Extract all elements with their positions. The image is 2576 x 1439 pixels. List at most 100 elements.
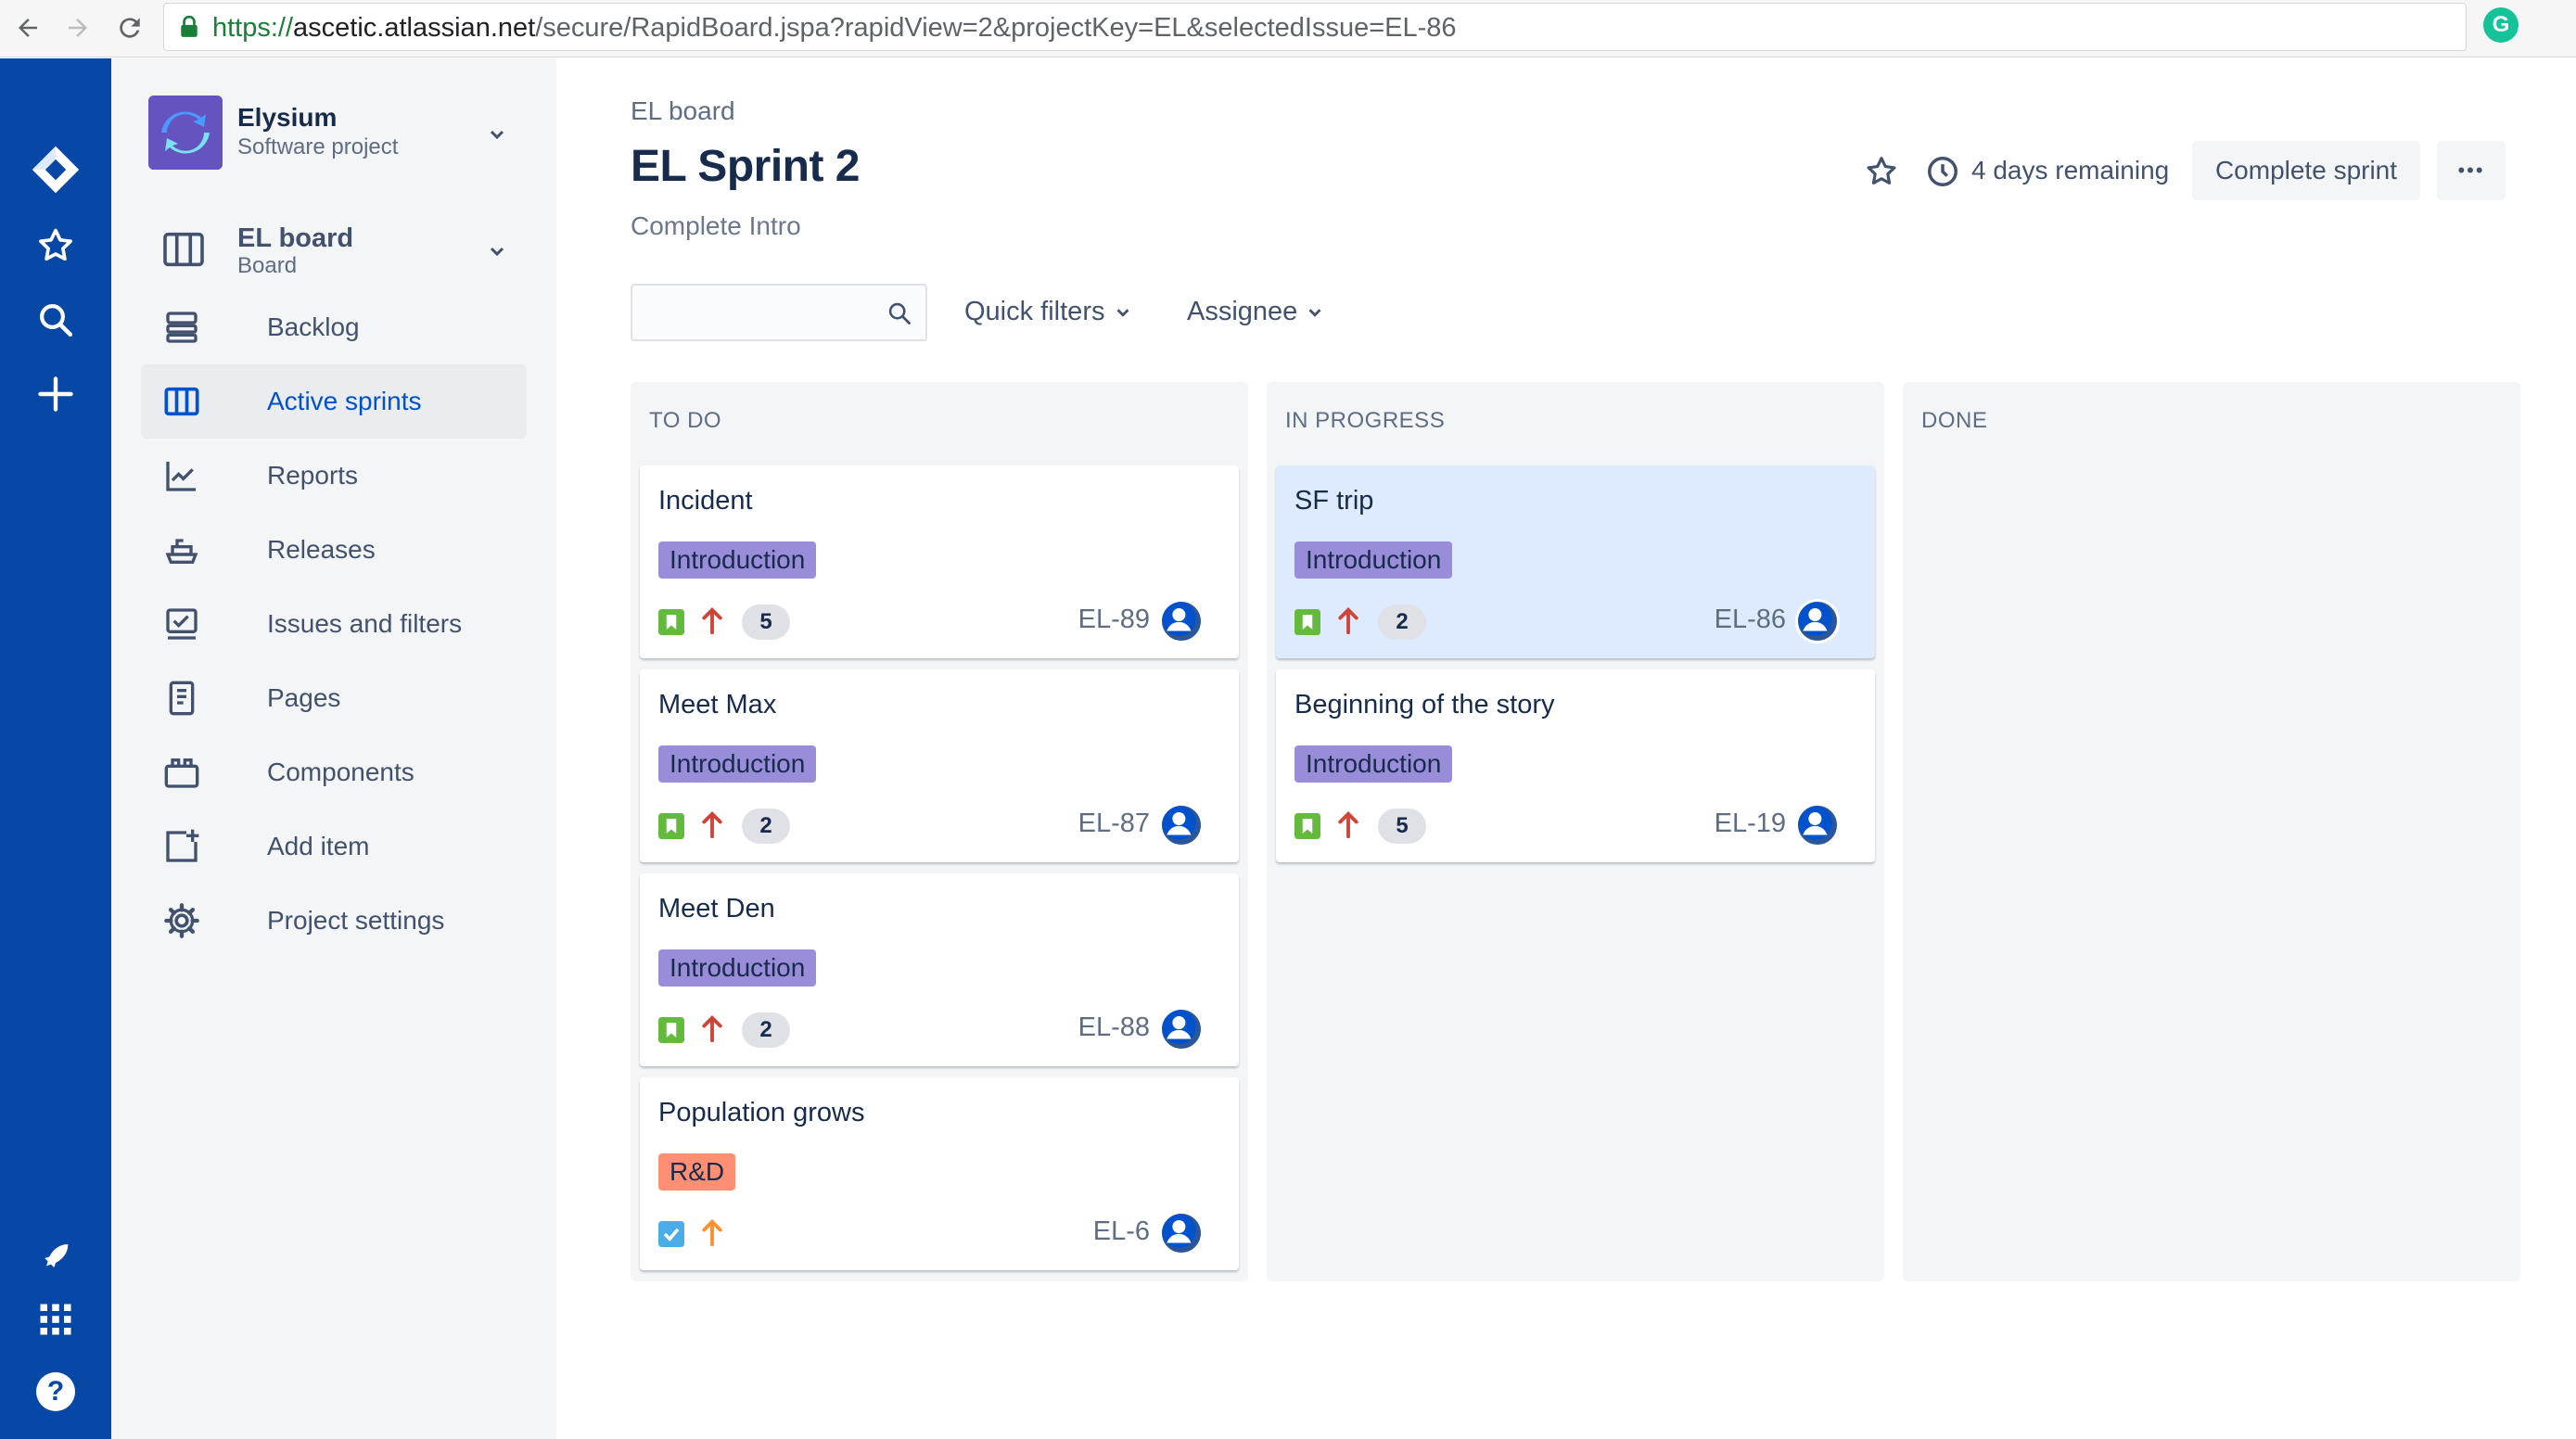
project-type: Software project <box>237 134 399 159</box>
star-icon[interactable] <box>28 218 83 274</box>
forward-arrow-icon[interactable] <box>57 7 98 48</box>
priority-high-icon <box>699 810 725 840</box>
column-title: TO DO <box>649 408 722 433</box>
card-footer: EL-6 <box>658 1211 1220 1255</box>
pages-icon <box>169 681 195 716</box>
issue-summary: SF trip <box>1294 486 1374 516</box>
sidebar-item-label: Pages <box>267 683 341 712</box>
sidebar-item-pages[interactable]: Pages <box>141 661 527 735</box>
sidebar-item-add-item[interactable]: Add item <box>141 809 527 884</box>
assignee-avatar[interactable] <box>1159 1211 1204 1255</box>
issue-card[interactable]: Beginning of the story Introduction 5 EL-19 <box>1276 669 1875 862</box>
issue-key[interactable]: EL-19 <box>1715 809 1786 839</box>
sidebar-item-backlog[interactable]: Backlog <box>141 290 527 364</box>
story-icon <box>658 813 684 839</box>
assignee-dropdown[interactable]: Assignee <box>1187 297 1325 327</box>
issue-key[interactable]: EL-89 <box>1078 605 1150 635</box>
search-icon[interactable] <box>28 292 83 348</box>
task-icon <box>658 1221 684 1247</box>
card-footer: 2 EL-86 <box>1294 599 1856 643</box>
more-actions-button[interactable]: ••• <box>2437 141 2506 200</box>
sidebar-item-active-sprints[interactable]: Active sprints <box>141 364 527 439</box>
back-arrow-icon[interactable] <box>7 7 48 48</box>
plus-icon[interactable] <box>28 366 83 422</box>
issue-summary: Meet Den <box>658 894 775 923</box>
quick-filters-dropdown[interactable]: Quick filters <box>964 297 1133 327</box>
board-columns-icon <box>164 387 199 416</box>
issue-card[interactable]: Meet Max Introduction 2 EL-87 <box>640 669 1239 862</box>
priority-high-icon <box>699 1014 725 1044</box>
story-icon <box>658 1017 684 1043</box>
chevron-down-icon[interactable] <box>486 123 508 146</box>
reports-icon <box>166 462 196 491</box>
epic-lozenge: Introduction <box>1294 541 1453 579</box>
sidebar-item-components[interactable]: Components <box>141 735 527 809</box>
priority-medium-icon <box>699 1218 725 1248</box>
sprint-days-remaining: 4 days remaining <box>1971 156 2170 185</box>
chevron-down-icon <box>1116 309 1129 318</box>
global-nav: ? <box>0 58 111 1439</box>
issue-key[interactable]: EL-88 <box>1078 1012 1150 1043</box>
more-icon: ••• <box>2457 159 2485 182</box>
issue-card[interactable]: SF trip Introduction 2 EL-86 <box>1276 465 1875 658</box>
project-sidebar: Elysium Software project EL board Board … <box>111 58 556 1439</box>
app-switcher-icon[interactable] <box>28 1292 83 1347</box>
assignee-avatar[interactable] <box>1159 1007 1204 1051</box>
board-selector-name[interactable]: EL board <box>237 223 353 254</box>
project-avatar[interactable] <box>148 96 223 170</box>
sidebar-item-label: Releases <box>267 535 376 564</box>
issue-key[interactable]: EL-87 <box>1078 809 1150 839</box>
story-icon <box>1294 813 1320 839</box>
rocket-icon[interactable] <box>28 1230 83 1286</box>
assignee-avatar[interactable] <box>1795 599 1840 643</box>
star-icon[interactable] <box>1864 154 1899 189</box>
releases-icon <box>165 539 198 564</box>
complete-sprint-button[interactable]: Complete sprint <box>2192 141 2420 200</box>
reload-icon[interactable] <box>109 7 150 48</box>
assignee-avatar[interactable] <box>1795 803 1840 847</box>
sidebar-item-label: Project settings <box>267 906 445 935</box>
board-icon <box>163 232 204 267</box>
assignee-label: Assignee <box>1187 297 1298 326</box>
story-points-badge: 2 <box>742 809 790 844</box>
address-bar[interactable]: https://ascetic.atlassian.net/secure/Rap… <box>163 3 2467 51</box>
chevron-down-icon[interactable] <box>486 240 508 262</box>
jira-logo-icon[interactable] <box>28 142 83 197</box>
board-selector-type: Board <box>237 253 298 278</box>
epic-lozenge: Introduction <box>1294 745 1453 783</box>
issue-card[interactable]: Incident Introduction 5 EL-89 <box>640 465 1239 658</box>
sidebar-item-releases[interactable]: Releases <box>141 513 527 587</box>
issue-key[interactable]: EL-6 <box>1093 1216 1150 1247</box>
issue-key[interactable]: EL-86 <box>1715 605 1786 635</box>
priority-high-icon <box>1335 606 1361 636</box>
sidebar-item-project-settings[interactable]: Project settings <box>141 884 527 958</box>
column-title: DONE <box>1921 408 1988 433</box>
lock-icon <box>181 16 198 37</box>
story-points-badge: 5 <box>742 605 790 640</box>
project-name[interactable]: Elysium <box>237 103 337 133</box>
sidebar-item-label: Issues and filters <box>267 609 463 638</box>
url-scheme: https:// <box>212 13 294 43</box>
sprint-goal: Complete Intro <box>631 211 801 240</box>
grammarly-extension-icon[interactable]: G <box>2483 7 2519 43</box>
column-title: IN PROGRESS <box>1285 408 1446 433</box>
assignee-avatar[interactable] <box>1159 599 1204 643</box>
assignee-avatar[interactable] <box>1159 803 1204 847</box>
issues-icon <box>166 608 198 640</box>
sidebar-item-reports[interactable]: Reports <box>141 439 527 513</box>
issue-card[interactable]: Population grows R&D EL-6 <box>640 1077 1239 1270</box>
sidebar-item-label: Active sprints <box>267 387 422 415</box>
story-points-badge: 2 <box>1378 605 1426 640</box>
board-search-input[interactable] <box>631 284 927 341</box>
browser-toolbar: https://ascetic.atlassian.net/secure/Rap… <box>0 0 2576 57</box>
priority-high-icon <box>1335 810 1361 840</box>
issue-card[interactable]: Meet Den Introduction 2 EL-88 <box>640 873 1239 1066</box>
help-icon[interactable]: ? <box>28 1364 83 1420</box>
sidebar-item-label: Components <box>267 758 414 786</box>
epic-lozenge: R&D <box>658 1153 736 1191</box>
issue-summary: Incident <box>658 486 753 516</box>
sidebar-item-issues-and-filters[interactable]: Issues and filters <box>141 587 527 661</box>
breadcrumb[interactable]: EL board <box>631 96 735 126</box>
epic-lozenge: Introduction <box>658 745 817 783</box>
column-done: DONE <box>1903 382 2520 1281</box>
